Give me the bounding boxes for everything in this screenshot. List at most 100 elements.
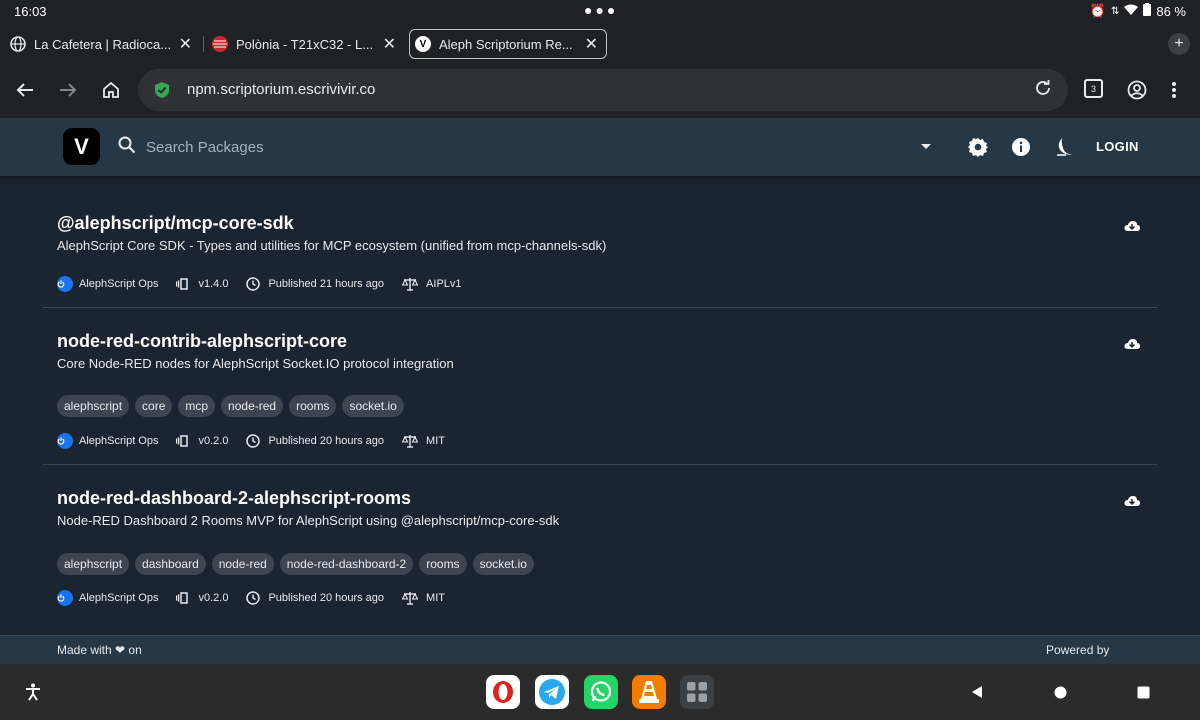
- published-label: Published 20 hours ago: [268, 592, 385, 604]
- package-card[interactable]: @alephscript/mcp-core-sdk AlephScript Co…: [43, 190, 1157, 308]
- made-with-text: Made with ❤ on: [57, 643, 142, 657]
- status-icons: ⏰ ⇅ 86 %: [1090, 3, 1186, 19]
- download-cloud-icon[interactable]: [1124, 494, 1140, 508]
- account-icon[interactable]: [1125, 78, 1149, 102]
- tab-title: La Cafetera | Radioca...: [34, 36, 172, 52]
- reload-icon[interactable]: [1034, 79, 1052, 103]
- info-icon[interactable]: [1010, 136, 1032, 158]
- secure-shield-icon: [154, 81, 170, 99]
- tag-chip[interactable]: dashboard: [135, 553, 206, 575]
- new-tab-button[interactable]: +: [1168, 33, 1190, 55]
- more-dots-icon: ●●●: [584, 2, 619, 18]
- app-drawer-icon[interactable]: [680, 675, 714, 709]
- package-meta: AlephScript Ops v0.2.0 Published 20 hour…: [57, 590, 463, 606]
- url-text: npm.scriptorium.escrivivir.co: [187, 81, 376, 98]
- tag-chip[interactable]: core: [135, 395, 173, 417]
- license-label: MIT: [426, 592, 445, 604]
- download-cloud-icon[interactable]: [1124, 219, 1140, 233]
- telegram-app-icon[interactable]: [535, 675, 569, 709]
- license-label: AIPLv1: [426, 278, 462, 290]
- power-avatar-icon: [57, 276, 73, 292]
- tag-chip[interactable]: mcp: [178, 395, 216, 417]
- package-description: Node-RED Dashboard 2 Rooms MVP for Aleph…: [57, 513, 560, 528]
- nav-home-icon[interactable]: [1054, 686, 1067, 704]
- tab-switcher-button[interactable]: 3: [1084, 79, 1103, 98]
- home-icon[interactable]: [99, 78, 123, 102]
- package-name[interactable]: node-red-dashboard-2-alephscript-rooms: [57, 488, 411, 509]
- package-description: Core Node-RED nodes for AlephScript Sock…: [57, 356, 454, 371]
- published-label: Published 21 hours ago: [268, 278, 385, 290]
- accessibility-icon[interactable]: [24, 683, 42, 706]
- package-card[interactable]: node-red-contrib-alephscript-core Core N…: [43, 308, 1157, 465]
- alarm-icon: ⏰: [1089, 3, 1106, 18]
- gear-icon[interactable]: [967, 136, 989, 158]
- published-time: Published 20 hours ago: [246, 591, 384, 605]
- package-name[interactable]: node-red-contrib-alephscript-core: [57, 331, 347, 352]
- license: MIT: [402, 434, 445, 448]
- forward-arrow-icon[interactable]: [56, 78, 80, 102]
- version-icon: [176, 592, 189, 604]
- address-bar[interactable]: npm.scriptorium.escrivivir.co: [138, 69, 1068, 111]
- version-label: v0.2.0: [198, 592, 229, 604]
- chevron-down-icon[interactable]: [921, 144, 931, 149]
- package-name[interactable]: @alephscript/mcp-core-sdk: [57, 213, 294, 234]
- package-meta: AlephScript Ops v0.2.0 Published 20 hour…: [57, 433, 463, 449]
- tag-chip[interactable]: rooms: [289, 395, 337, 417]
- tab-polonia[interactable]: Polònia - T21xC32 - L... ✕: [212, 29, 404, 59]
- overflow-menu-icon[interactable]: [1162, 78, 1186, 102]
- battery-icon: [1143, 3, 1152, 19]
- tag-chip[interactable]: socket.io: [472, 553, 534, 575]
- close-icon[interactable]: ✕: [383, 34, 396, 54]
- status-time: 16:03: [14, 4, 47, 19]
- tag-chip[interactable]: node-red: [221, 395, 284, 417]
- opera-app-icon[interactable]: [486, 675, 520, 709]
- whatsapp-app-icon[interactable]: [584, 675, 618, 709]
- aleph-favicon-icon: V: [415, 36, 431, 52]
- page-content: V LOGIN @alephscript/mcp-core-sdk AlephS…: [0, 118, 1200, 664]
- version-icon: [176, 278, 189, 290]
- tag-chip[interactable]: node-red-dashboard-2: [279, 553, 414, 575]
- verdaccio-logo[interactable]: V: [63, 128, 100, 165]
- author[interactable]: AlephScript Ops: [57, 590, 158, 606]
- version-label: v0.2.0: [198, 435, 229, 447]
- package-card[interactable]: node-red-dashboard-2-alephscript-rooms N…: [43, 465, 1157, 635]
- vlc-app-icon[interactable]: [632, 675, 666, 709]
- tab-aleph-scriptorium[interactable]: V Aleph Scriptorium Re... ✕: [409, 29, 607, 59]
- scale-icon: [402, 435, 419, 448]
- login-button[interactable]: LOGIN: [1096, 139, 1139, 154]
- license: AIPLv1: [402, 277, 462, 291]
- close-icon[interactable]: ✕: [585, 34, 598, 54]
- tab-la-cafetera[interactable]: La Cafetera | Radioca... ✕: [10, 29, 200, 59]
- power-avatar-icon: [57, 433, 73, 449]
- package-meta: AlephScript Ops v1.4.0 Published 21 hour…: [57, 276, 480, 292]
- published-time: Published 21 hours ago: [246, 277, 384, 291]
- globe-icon: [10, 36, 26, 52]
- package-description: AlephScript Core SDK - Types and utiliti…: [57, 238, 607, 253]
- app-bar: V LOGIN: [0, 118, 1200, 176]
- author-name: AlephScript Ops: [79, 435, 159, 447]
- license: MIT: [402, 591, 445, 605]
- tag-chip[interactable]: rooms: [419, 553, 467, 575]
- back-arrow-icon[interactable]: [13, 78, 37, 102]
- system-navbar: [0, 664, 1200, 720]
- tag-chip[interactable]: node-red: [211, 553, 274, 575]
- search-input[interactable]: [146, 135, 906, 159]
- close-icon[interactable]: ✕: [179, 34, 192, 54]
- dark-mode-icon[interactable]: [1053, 136, 1075, 158]
- published-label: Published 20 hours ago: [268, 435, 385, 447]
- nav-back-icon[interactable]: [970, 685, 984, 704]
- tag-chip[interactable]: alephscript: [57, 395, 130, 417]
- scale-icon: [402, 278, 419, 291]
- author[interactable]: AlephScript Ops: [57, 433, 158, 449]
- tab-divider: [203, 36, 204, 52]
- clock-icon: [246, 277, 261, 291]
- page-footer: Made with ❤ on Powered by: [0, 635, 1200, 664]
- tag-chip[interactable]: alephscript: [57, 553, 130, 575]
- status-bar: 16:03 ●●● ⏰ ⇅ 86 %: [0, 0, 1200, 24]
- nav-recents-icon[interactable]: [1137, 686, 1150, 704]
- tag-chip[interactable]: socket.io: [342, 395, 404, 417]
- author[interactable]: AlephScript Ops: [57, 276, 158, 292]
- power-avatar-icon: [57, 590, 73, 606]
- download-cloud-icon[interactable]: [1124, 337, 1140, 351]
- version-icon: [176, 435, 189, 447]
